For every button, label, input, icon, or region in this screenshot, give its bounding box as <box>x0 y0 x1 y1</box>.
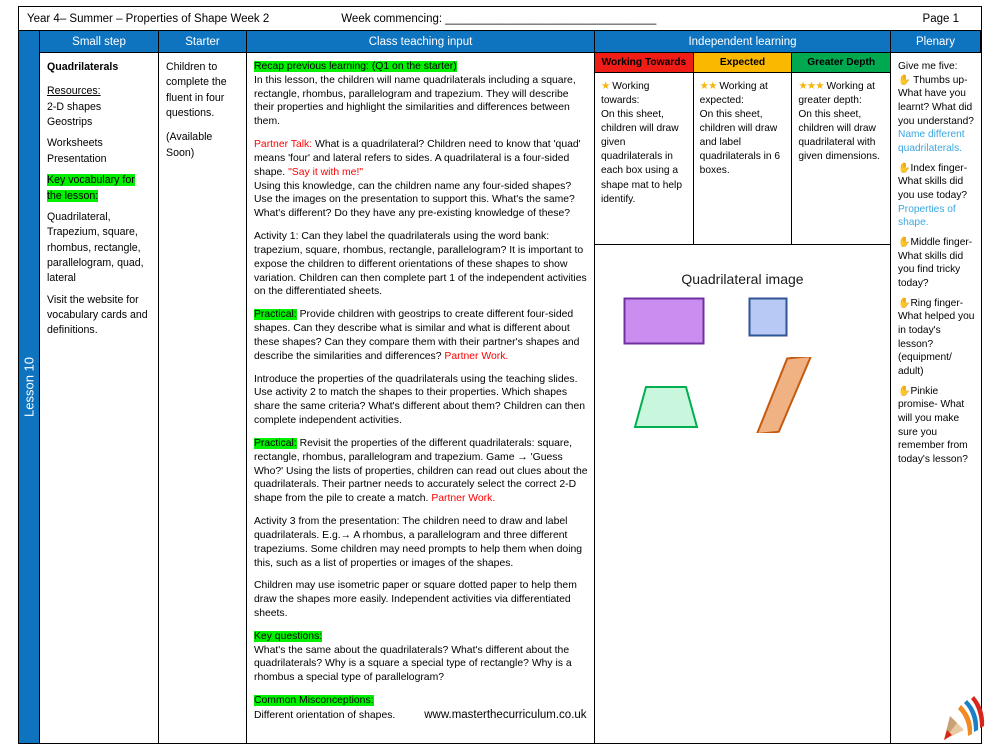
plenary-answer: Name different quadrilaterals. <box>898 129 965 155</box>
hand-icon: ✋ <box>898 162 911 174</box>
lesson-plan-page: Year 4– Summer – Properties of Shape Wee… <box>0 0 1000 750</box>
key-questions-body: What's the same about the quadrilaterals… <box>254 644 572 684</box>
material-item: Presentation <box>47 152 107 165</box>
page-number: Page 1 <box>922 12 959 25</box>
shape-parallelogram-orange <box>755 357 813 433</box>
misconceptions-body: Different orientation of shapes. <box>254 709 396 721</box>
diff-header-working-towards: Working Towards <box>595 53 694 73</box>
material-item: Worksheets <box>47 137 103 150</box>
shape-rectangle-purple <box>623 297 705 345</box>
partner-talk-label: Partner Talk: <box>254 139 313 151</box>
hand-icon: ✋ <box>898 297 911 309</box>
key-questions-label: Key questions: <box>254 630 323 642</box>
unit-title: Year 4– Summer – Properties of Shape Wee… <box>27 12 270 25</box>
table-header-row: Small step Starter Class teaching input … <box>40 31 981 53</box>
practical-2-label: Practical: <box>254 437 297 449</box>
cell-plenary: Give me five: ✋ Thumbs up- What have you… <box>891 53 981 743</box>
plenary-answer: Properties of shape. <box>898 203 956 229</box>
plenary-item: ✋Middle finger- What skills did you find… <box>898 236 975 291</box>
lesson-spine-label: Lesson 10 <box>21 357 37 417</box>
partner-work-1: Partner Work. <box>444 350 509 362</box>
column-header-class-teaching-input: Class teaching input <box>247 31 595 53</box>
practical-1: Practical: Provide children with geostri… <box>254 308 588 363</box>
cell-class-teaching-input: Recap previous learning: (Q1 on the star… <box>247 53 595 743</box>
document-meta-bar: Year 4– Summer – Properties of Shape Wee… <box>18 6 982 30</box>
isometric-note: Children may use isometric paper or squa… <box>254 580 577 619</box>
quadrilateral-image-title: Quadrilateral image <box>681 271 804 287</box>
activity-3: Activity 3 from the presentation: The ch… <box>254 516 583 569</box>
table-body-row: Quadrilaterals Resources: 2-D shapes Geo… <box>40 53 981 743</box>
diff-body: On this sheet, children will draw given … <box>601 109 682 205</box>
lesson-plan-table: Small step Starter Class teaching input … <box>40 30 982 744</box>
misconceptions-label: Common Misconceptions: <box>254 695 374 707</box>
week-commencing-field: Week commencing: _______________________… <box>341 12 657 25</box>
activity-1: Activity 1: Can they label the quadrilat… <box>254 231 587 298</box>
plenary-question: Pinkie promise- What will you make sure … <box>898 385 968 466</box>
hand-icon: ✋ <box>898 237 911 249</box>
key-vocabulary-label: Key vocabulary for the lesson: <box>47 174 135 202</box>
cell-small-step: Quadrilaterals Resources: 2-D shapes Geo… <box>40 53 159 743</box>
diff-header-expected: Expected <box>693 53 793 73</box>
website-url: www.masterthecurriculum.co.uk <box>424 708 587 721</box>
starter-availability: (Available Soon) <box>166 131 213 159</box>
practical-1-label: Practical: <box>254 309 297 321</box>
star-rating-icon: ★★ <box>699 80 718 92</box>
differentiation-body-row: ★ Working towards: On this sheet, childr… <box>595 73 890 245</box>
differentiation-header-row: Working Towards Expected Greater Depth <box>595 53 890 73</box>
recap-label: Recap previous learning: (Q1 on the star… <box>254 61 457 72</box>
hand-icon: ✋ <box>898 385 911 397</box>
key-vocabulary-list: Quadrilateral, Trapezium, square, rhombu… <box>47 210 144 285</box>
shape-square-blue <box>748 297 788 337</box>
cell-starter: Children to complete the fluent in four … <box>159 53 247 743</box>
resource-item: Geostrips <box>47 116 93 129</box>
website-note: Visit the website for vocabulary cards a… <box>47 293 148 337</box>
diff-cell-expected: ★★ Working at expected: On this sheet, c… <box>693 73 793 245</box>
star-rating-icon: ★ <box>601 80 610 92</box>
star-rating-icon: ★★★ <box>798 80 824 92</box>
diff-header-greater-depth: Greater Depth <box>792 53 890 73</box>
using-knowledge: Using this knowledge, can the children n… <box>254 180 575 220</box>
practical-2: Practical: Revisit the properties of the… <box>254 437 588 506</box>
practical-1-body: Provide children with geostrips to creat… <box>254 309 580 362</box>
diff-cell-greater-depth: ★★★ Working at greater depth: On this sh… <box>792 73 890 245</box>
plenary-item: ✋ Thumbs up- What have you learnt? What … <box>898 74 975 156</box>
lesson-spine: Lesson 10 <box>18 30 40 744</box>
small-step-title: Quadrilaterals <box>47 61 119 73</box>
quadrilateral-image-panel: Quadrilateral image <box>595 245 890 743</box>
starter-text: Children to complete the fluent in four … <box>166 61 227 120</box>
resource-item: 2-D shapes <box>47 100 102 113</box>
partner-work-2: Partner Work. <box>431 493 496 505</box>
cell-independent-learning: Working Towards Expected Greater Depth ★… <box>595 53 891 743</box>
diff-cell-working-towards: ★ Working towards: On this sheet, childr… <box>595 73 694 245</box>
hand-icon: ✋ <box>898 74 911 86</box>
plenary-item: ✋Pinkie promise- What will you make sure… <box>898 385 975 467</box>
plenary-intro: Give me five: <box>898 61 958 72</box>
plenary-question: Middle finger- What skills did you find … <box>898 237 973 290</box>
recap-body: In this lesson, the children will name q… <box>254 74 576 128</box>
partner-talk-paragraph: Partner Talk: What is a quadrilateral? C… <box>254 138 588 179</box>
column-header-plenary: Plenary <box>891 31 981 53</box>
column-header-small-step: Small step <box>40 31 159 53</box>
diff-body: On this sheet, children will draw and la… <box>699 109 781 177</box>
diff-title: Working towards: <box>601 81 650 107</box>
plenary-item: ✋Index finger- What skills did you use t… <box>898 162 975 230</box>
column-header-independent-learning: Independent learning <box>595 31 891 53</box>
say-it-with-me: "Say it with me!" <box>288 166 364 178</box>
plenary-question: Ring finger- What helped you in today's … <box>898 297 975 378</box>
column-header-starter: Starter <box>159 31 247 53</box>
misconceptions-line: Different orientation of shapes. www.mas… <box>254 708 588 723</box>
practical-2-body: Revisit the properties of the different … <box>254 437 588 505</box>
properties-intro: Introduce the properties of the quadrila… <box>254 373 586 427</box>
pencil-logo-icon <box>944 696 985 740</box>
plenary-question: Thumbs up- What have you learnt? What di… <box>898 74 974 127</box>
shape-trapezium-green <box>633 386 699 428</box>
resources-label: Resources: <box>47 85 101 98</box>
plenary-item: ✋Ring finger- What helped you in today's… <box>898 297 975 379</box>
diff-body: On this sheet, children will draw quadri… <box>798 109 880 163</box>
